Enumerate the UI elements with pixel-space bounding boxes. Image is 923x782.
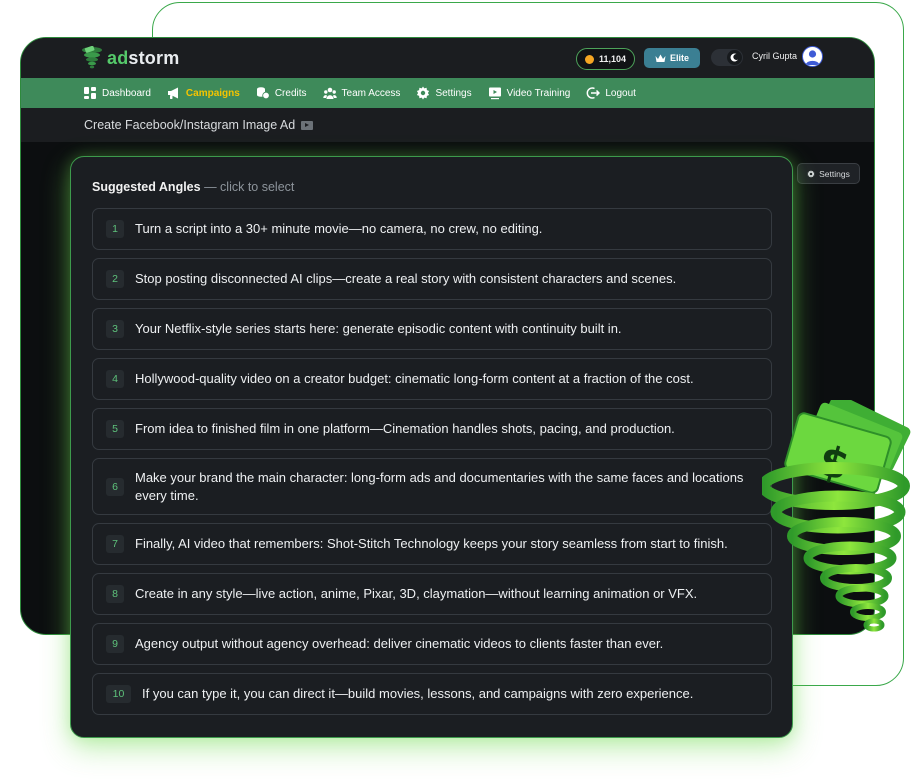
angle-text: Turn a script into a 30+ minute movie—no… bbox=[135, 221, 543, 236]
logout-icon bbox=[586, 87, 601, 99]
nav-item-campaigns[interactable]: Campaigns bbox=[167, 86, 240, 100]
nav-label-dashboard: Dashboard bbox=[102, 87, 151, 99]
panel-hint: — click to select bbox=[200, 180, 295, 194]
team-icon bbox=[322, 87, 337, 99]
angle-text: Your Netflix-style series starts here: g… bbox=[135, 321, 622, 336]
angle-number: 3 bbox=[106, 320, 124, 338]
angle-text: Hollywood-quality video on a creator bud… bbox=[135, 371, 694, 386]
panel-title: Suggested Angles bbox=[92, 180, 201, 194]
top-bar: adstorm 11,104 Elite Cyril Gupta bbox=[21, 38, 874, 78]
page-title: Create Facebook/Instagram Image Ad bbox=[84, 118, 296, 132]
megaphone-icon bbox=[167, 87, 178, 99]
angle-text: Agency output without agency overhead: d… bbox=[135, 636, 664, 651]
angle-text: If you can type it, you can direct it—bu… bbox=[142, 686, 694, 701]
angle-option[interactable]: 6 Make your brand the main character: lo… bbox=[92, 458, 772, 515]
angle-option[interactable]: 9 Agency output without agency overhead:… bbox=[92, 623, 772, 665]
adstorm-logo[interactable]: adstorm bbox=[81, 44, 179, 72]
angle-number: 6 bbox=[106, 477, 124, 496]
gear-icon bbox=[417, 86, 430, 100]
angle-option[interactable]: 10 If you can type it, you can direct it… bbox=[92, 673, 772, 715]
nav-item-settings[interactable]: Settings bbox=[416, 86, 472, 100]
angle-text: Make your brand the main character: long… bbox=[135, 469, 744, 503]
dashboard-icon bbox=[84, 87, 96, 99]
angle-number: 4 bbox=[106, 370, 124, 388]
coins-icon bbox=[256, 87, 270, 100]
crown-icon bbox=[655, 54, 666, 62]
plan-badge[interactable]: Elite bbox=[644, 48, 700, 68]
angle-option[interactable]: 4 Hollywood-quality video on a creator b… bbox=[92, 358, 772, 400]
angle-option[interactable]: 3 Your Netflix-style series starts here:… bbox=[92, 308, 772, 350]
moon-icon bbox=[727, 50, 742, 65]
coin-icon bbox=[585, 54, 594, 64]
angle-text: Finally, AI video that remembers: Shot-S… bbox=[135, 536, 728, 551]
nav-label-video-training: Video Training bbox=[506, 87, 571, 99]
angle-option[interactable]: 7 Finally, AI video that remembers: Shot… bbox=[92, 523, 772, 565]
plan-label: Elite bbox=[669, 53, 689, 63]
angle-text: From idea to finished film in one platfo… bbox=[135, 421, 675, 436]
angle-option[interactable]: 8 Create in any style—live action, anime… bbox=[92, 573, 772, 615]
angle-text: Stop posting disconnected AI clips—creat… bbox=[135, 271, 677, 286]
angle-number: 8 bbox=[106, 585, 124, 603]
video-tutorial-icon[interactable] bbox=[301, 120, 314, 130]
nav-item-dashboard[interactable]: Dashboard bbox=[83, 86, 151, 100]
nav-label-settings: Settings bbox=[435, 87, 472, 99]
angle-option[interactable]: 2 Stop posting disconnected AI clips—cre… bbox=[92, 258, 772, 300]
panel-heading: Suggested Angles — click to select bbox=[92, 180, 294, 194]
main-nav: Dashboard Campaigns Credits Team Access bbox=[21, 78, 874, 108]
angle-number: 1 bbox=[106, 220, 124, 238]
video-icon bbox=[488, 87, 501, 100]
angle-option[interactable]: 5 From idea to finished film in one plat… bbox=[92, 408, 772, 450]
tornado-logo-icon bbox=[82, 46, 102, 69]
settings-button[interactable]: Settings bbox=[797, 163, 860, 184]
credits-value: 11,104 bbox=[599, 54, 627, 64]
user-name[interactable]: Cyril Gupta bbox=[752, 51, 797, 61]
logo-wordmark: adstorm bbox=[107, 47, 180, 68]
gear-icon bbox=[807, 169, 815, 178]
settings-button-label: Settings bbox=[819, 168, 850, 179]
suggested-angles-panel: Suggested Angles — click to select 1 Tur… bbox=[70, 156, 793, 738]
angle-number: 9 bbox=[106, 635, 124, 653]
angle-number: 2 bbox=[106, 270, 124, 288]
money-tornado-illustration: $ bbox=[762, 400, 911, 632]
nav-label-team-access: Team Access bbox=[341, 87, 401, 99]
nav-item-logout[interactable]: Logout bbox=[586, 86, 636, 100]
page-header: Create Facebook/Instagram Image Ad bbox=[21, 108, 874, 142]
angle-number: 5 bbox=[106, 420, 124, 438]
angle-option[interactable]: 1 Turn a script into a 30+ minute movie—… bbox=[92, 208, 772, 250]
nav-label-campaigns: Campaigns bbox=[185, 87, 240, 99]
nav-label-logout: Logout bbox=[605, 87, 636, 99]
nav-label-credits: Credits bbox=[274, 87, 307, 99]
avatar[interactable] bbox=[802, 46, 823, 67]
angle-number: 10 bbox=[106, 685, 131, 703]
angle-text: Create in any style—live action, anime, … bbox=[135, 586, 698, 601]
nav-item-credits[interactable]: Credits bbox=[256, 86, 307, 100]
credits-balance[interactable]: 11,104 bbox=[576, 48, 636, 70]
nav-item-team-access[interactable]: Team Access bbox=[322, 86, 401, 100]
theme-toggle[interactable] bbox=[711, 49, 743, 66]
angle-number: 7 bbox=[106, 535, 124, 553]
nav-item-video-training[interactable]: Video Training bbox=[488, 86, 571, 100]
